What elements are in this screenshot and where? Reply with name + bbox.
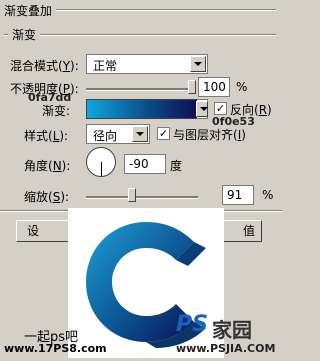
gradient-preview[interactable] [86, 99, 198, 119]
title-divider [56, 9, 276, 11]
watermark-logo-suffix: 家园 [212, 318, 252, 342]
blend-mode-value: 正常 [93, 59, 118, 73]
watermark-url-left: www.17PS8.com [4, 342, 107, 355]
gradient-label: 渐变: [42, 104, 71, 118]
scale-input[interactable]: 91 [222, 185, 254, 205]
style-value: 径向 [93, 129, 118, 143]
watermark-logo: PS [176, 312, 208, 337]
style-select[interactable]: 径向 [86, 124, 150, 144]
watermark-url-right: www.PSJIA.COM [176, 342, 276, 355]
blend-mode-select[interactable]: 正常 [86, 54, 208, 74]
chevron-down-icon [132, 126, 148, 142]
scale-label: 缩放(S): [24, 190, 70, 204]
chevron-down-icon [196, 101, 208, 117]
angle-dial[interactable] [86, 147, 116, 177]
angle-label: 角度(N): [24, 159, 71, 173]
chevron-down-icon [190, 56, 206, 72]
opacity-slider-thumb[interactable] [188, 80, 196, 94]
set-default-button[interactable]: 设 [16, 220, 76, 242]
blend-mode-label: 混合模式(Y): [10, 59, 79, 73]
align-with-layer-checkbox[interactable]: ✓ [157, 127, 170, 140]
scale-slider-thumb[interactable] [127, 188, 136, 202]
opacity-unit: % [236, 80, 248, 94]
opacity-slider-track[interactable] [86, 88, 192, 91]
angle-input[interactable]: -90 [124, 154, 166, 174]
opacity-input[interactable]: 100 [198, 77, 230, 97]
scale-slider-track[interactable] [86, 196, 198, 199]
reverse-checkbox[interactable]: ✓ [214, 102, 227, 115]
scale-unit: % [262, 188, 274, 202]
panel-title: 渐变叠加 [4, 4, 53, 18]
angle-unit: 度 [170, 159, 183, 173]
gradient-dropdown[interactable] [196, 99, 208, 119]
group-label: 渐变 [8, 26, 41, 43]
style-label: 样式(L): [24, 129, 69, 143]
align-with-layer-label: 与图层对齐(I) [173, 128, 246, 142]
